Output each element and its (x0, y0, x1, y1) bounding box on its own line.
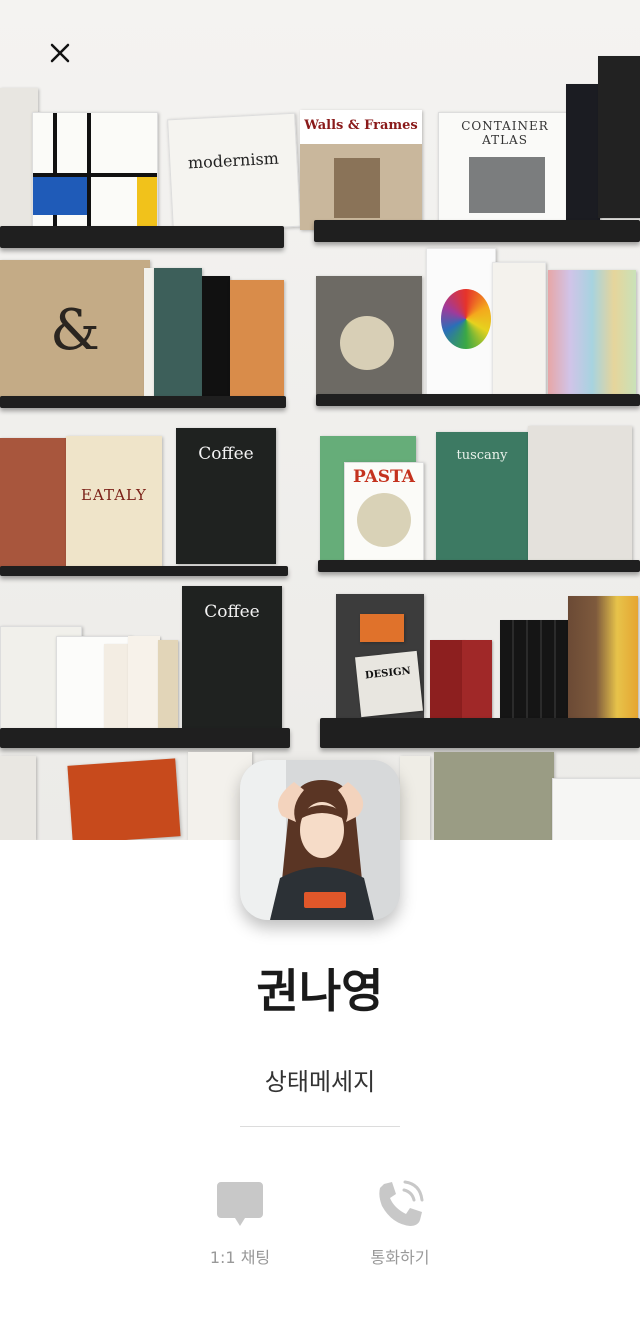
profile-name: 권나영 (256, 964, 384, 1018)
book: DESIGN (355, 650, 423, 718)
book (492, 262, 546, 398)
shelf (0, 396, 286, 408)
profile-avatar[interactable] (240, 760, 400, 920)
shelf (0, 728, 290, 748)
book: EATALY (66, 436, 162, 572)
book (154, 268, 202, 400)
chat-button-label: 1:1 채팅 (209, 1248, 271, 1267)
divider (240, 1126, 400, 1127)
book (434, 752, 554, 840)
book-spine (566, 84, 600, 222)
close-icon (50, 43, 70, 63)
book: PASTA (344, 462, 424, 564)
book (548, 270, 636, 396)
book (360, 614, 404, 642)
shelf (0, 566, 288, 576)
phone-icon (379, 1180, 424, 1226)
call-button-label: 통화하기 (370, 1248, 430, 1267)
book: modernism (167, 112, 301, 234)
book: & (0, 260, 150, 402)
book: Walls & Frames (300, 110, 422, 230)
book (400, 756, 430, 840)
book-spine (598, 56, 640, 218)
book (230, 280, 284, 398)
cover-image: modernism Walls & Frames CONTAINER ATLAS … (0, 0, 640, 840)
close-button[interactable] (40, 33, 80, 73)
book-spine (202, 276, 230, 400)
book: tuscany (436, 432, 528, 562)
status-message: 상태메세지 (264, 1068, 376, 1096)
book (552, 778, 640, 840)
book (528, 426, 632, 562)
book: Coffee (182, 586, 282, 730)
chat-bubble-icon (217, 1182, 263, 1226)
book: Coffee (176, 428, 276, 564)
book (0, 756, 36, 840)
book-spine (104, 644, 130, 738)
book-spine (144, 268, 154, 400)
chat-button[interactable]: 1:1 채팅 (180, 1178, 300, 1268)
book (32, 112, 158, 232)
book: CONTAINER ATLAS (438, 112, 572, 222)
book (67, 758, 181, 840)
book-spine (128, 636, 160, 738)
profile-photo (240, 760, 400, 920)
book (0, 438, 68, 572)
shelf (0, 226, 284, 248)
shelf (320, 718, 640, 748)
shelf (318, 560, 640, 572)
shelf (314, 220, 640, 242)
book (426, 248, 496, 398)
shelf (316, 394, 640, 406)
book (316, 276, 422, 396)
book-spine (158, 640, 178, 736)
call-button[interactable]: 통화하기 (340, 1178, 460, 1268)
